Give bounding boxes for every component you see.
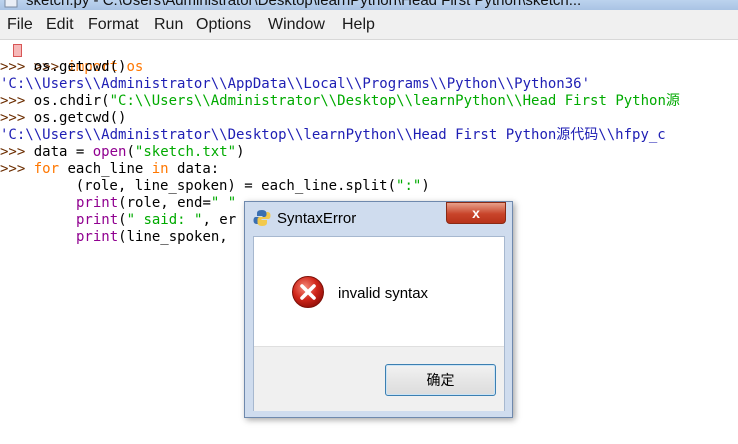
code-line: >>> data = open("sketch.txt") — [0, 144, 245, 160]
shell-prompt: >>> — [0, 110, 26, 126]
dialog-body: invalid syntax 确定 — [253, 236, 505, 411]
code-line: >>> for each_line in data: — [0, 161, 220, 177]
menu-window[interactable]: Window — [268, 16, 325, 34]
error-message: invalid syntax — [338, 285, 429, 302]
menu-options[interactable]: Options — [196, 16, 251, 34]
shell-prompt: >>> — [0, 161, 26, 177]
shell-prompt: >>> — [0, 144, 26, 160]
close-icon: x — [472, 205, 480, 221]
menu-file[interactable]: File — [7, 16, 33, 34]
shell-prompt: >>> — [0, 59, 26, 75]
python-icon — [253, 210, 271, 226]
menu-edit[interactable]: Edit — [46, 16, 74, 34]
menu-run[interactable]: Run — [154, 16, 183, 34]
cursor-highlight — [13, 44, 22, 57]
code-line: print(role, end=" " — [76, 195, 237, 211]
code-line: >>> os.chdir("C:\\Users\\Administrator\\… — [0, 93, 680, 109]
ok-button[interactable]: 确定 — [385, 364, 496, 396]
dialog-title: SyntaxError — [277, 210, 357, 227]
code-line: >>> os.getcwd() — [0, 59, 127, 75]
code-line: >>> os.getcwd() — [0, 110, 127, 126]
shell-prompt: >>> — [0, 93, 26, 109]
menu-bar: File Edit Format Run Options Window Help — [0, 10, 738, 40]
code-line: print(" said: ", er — [76, 212, 237, 228]
error-icon — [292, 276, 324, 308]
python-icon — [4, 0, 18, 8]
code-line: print(line_spoken, — [76, 229, 228, 245]
code-line: >>> import os — [0, 42, 143, 75]
title-bar: sketch.py - C:\Users\Administrator\Deskt… — [0, 0, 738, 10]
output-line: 'C:\\Users\\Administrator\\AppData\\Loca… — [0, 76, 591, 92]
close-button[interactable]: x — [446, 202, 506, 224]
syntax-error-dialog: SyntaxError x invalid syntax 确定 — [244, 201, 513, 418]
menu-format[interactable]: Format — [88, 16, 139, 34]
menu-help[interactable]: Help — [342, 16, 375, 34]
window-title: sketch.py - C:\Users\Administrator\Deskt… — [26, 0, 582, 9]
code-line: (role, line_spoken) = each_line.split(":… — [42, 178, 430, 194]
dialog-footer: 确定 — [254, 346, 504, 411]
output-line: 'C:\\Users\\Administrator\\Desktop\\lear… — [0, 127, 666, 143]
